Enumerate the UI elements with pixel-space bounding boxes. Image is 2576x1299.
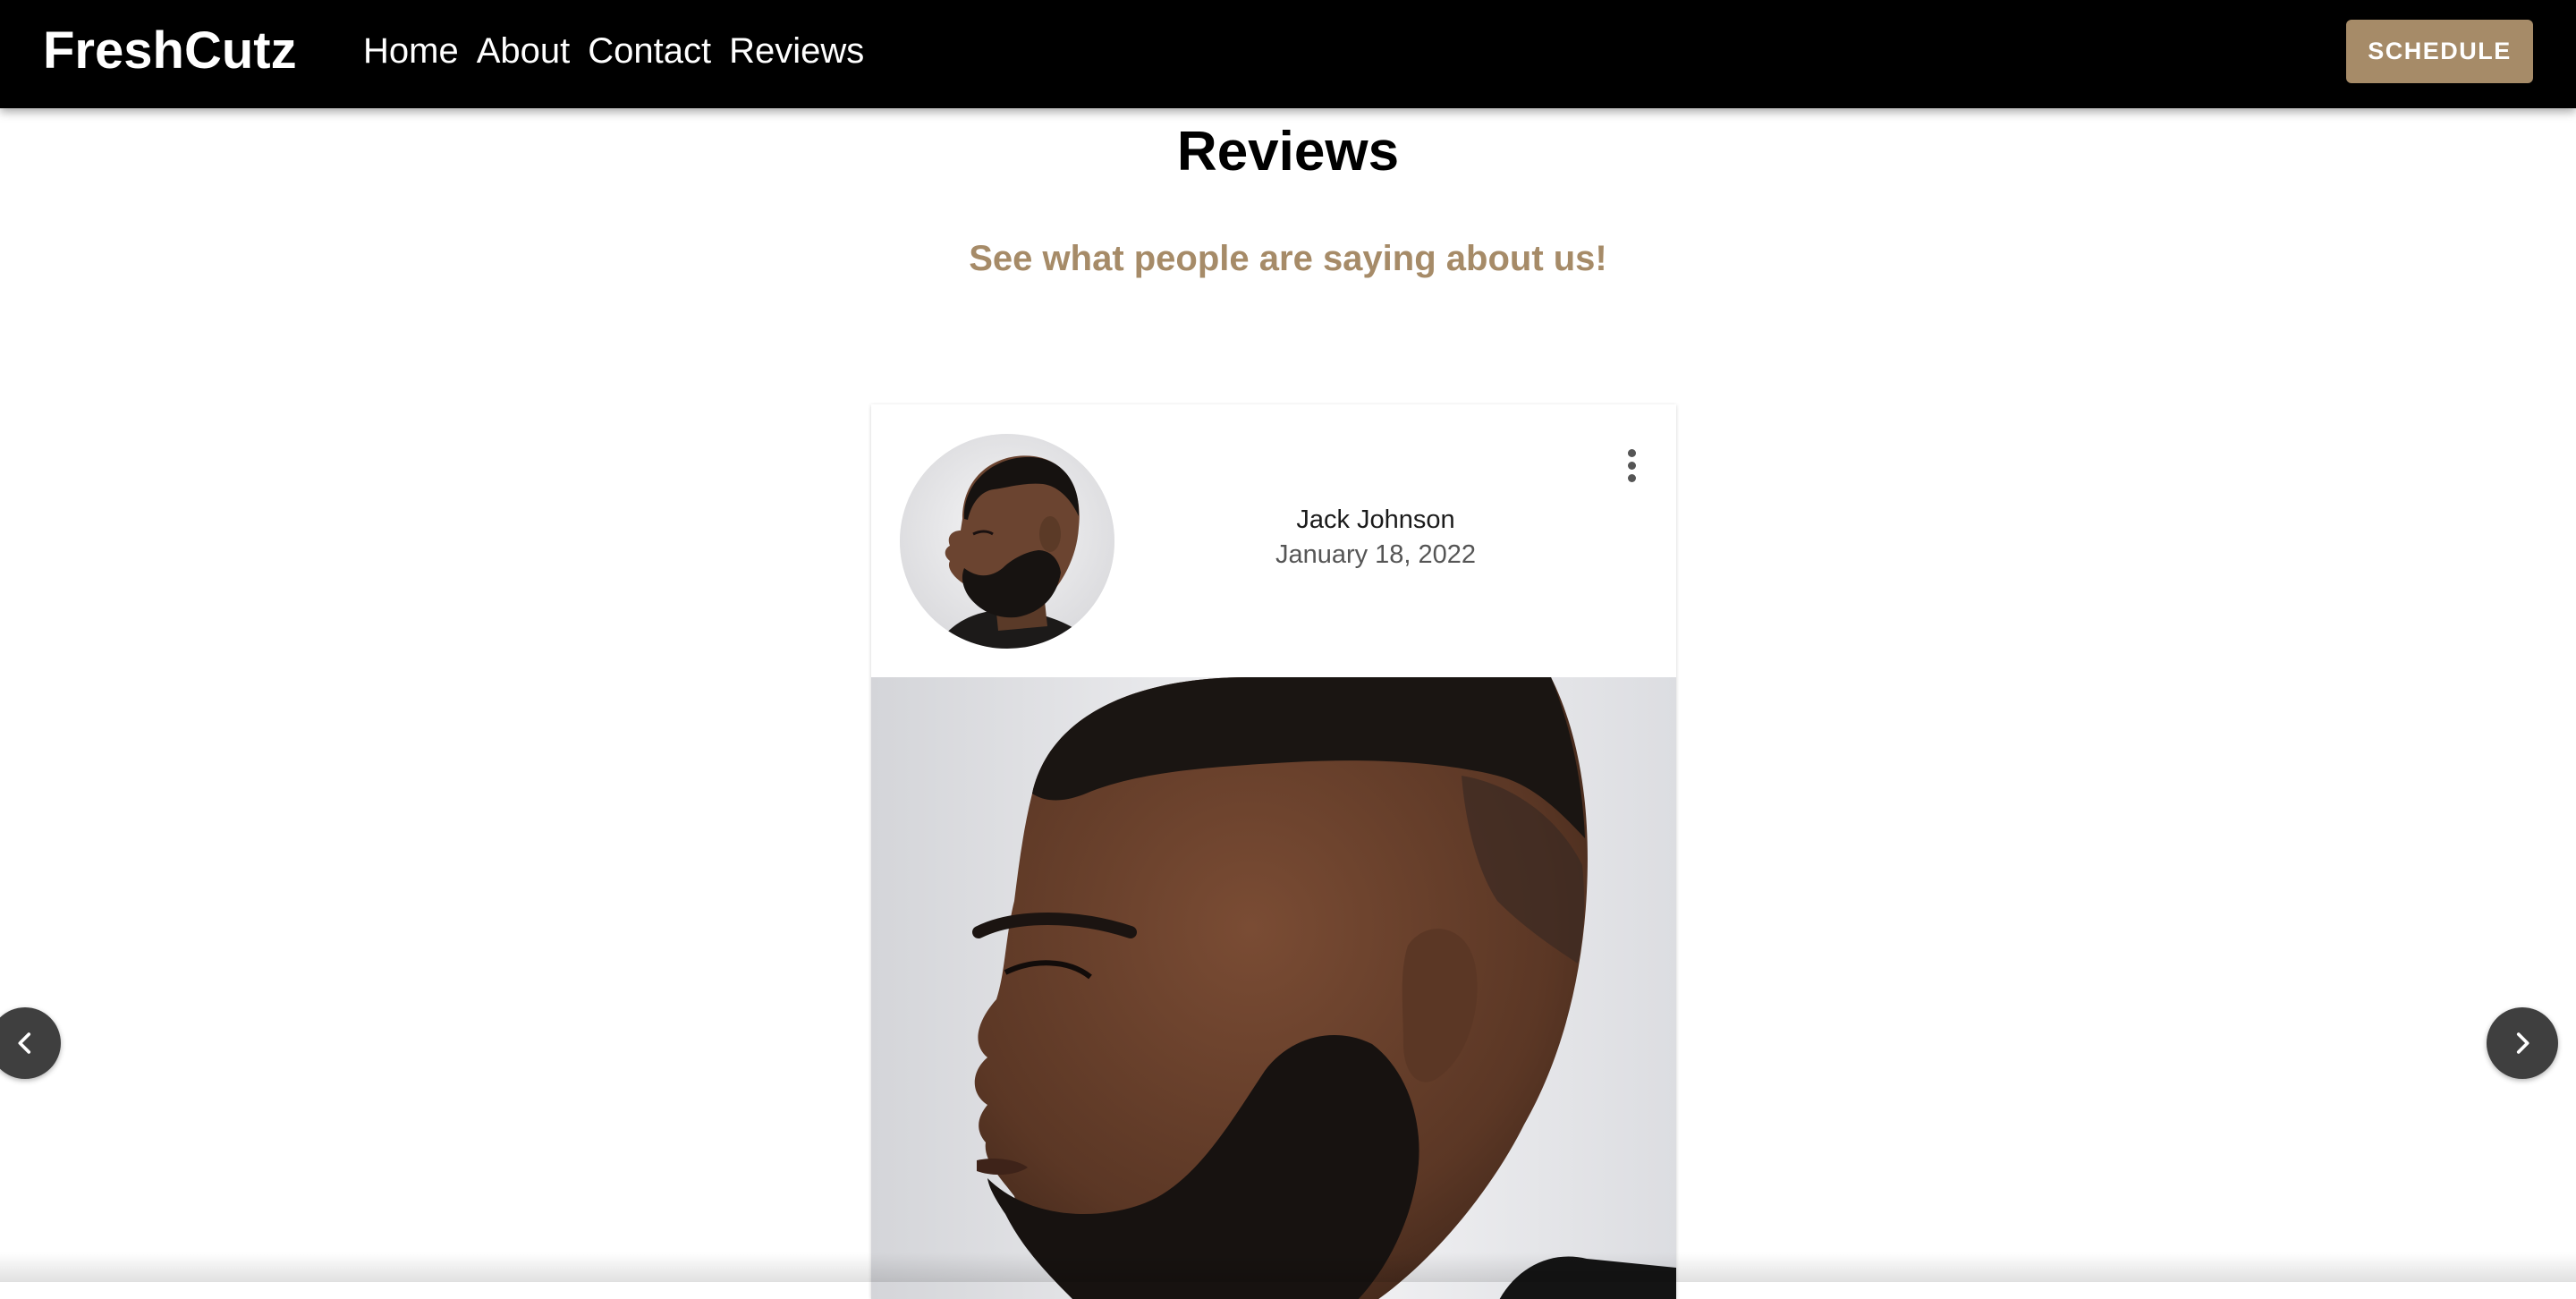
dot [1627,448,1636,457]
nav-link-reviews[interactable]: Reviews [729,27,864,75]
carousel-prev-button[interactable] [0,1007,61,1079]
nav-link-home[interactable]: Home [363,27,459,75]
page-title: Reviews [1176,121,1400,183]
chevron-left-icon [18,1032,31,1054]
schedule-button[interactable]: SCHEDULE [2346,20,2533,83]
reviewer-info: Jack Johnson January 18, 2022 [1229,503,1522,573]
review-photo [871,677,1676,1299]
main-nav: Home About Contact Reviews [363,27,864,75]
reviewer-name: Jack Johnson [1296,505,1455,534]
review-date: January 18, 2022 [1275,540,1477,569]
more-vertical-icon[interactable] [1605,438,1658,492]
chevron-right-icon [2516,1032,2529,1054]
avatar-image [900,434,1114,649]
nav-link-contact[interactable]: Contact [588,27,711,75]
page-subtitle: See what people are saying about us! [969,239,1607,278]
carousel-next-button[interactable] [2487,1007,2558,1079]
nav-link-about[interactable]: About [477,27,571,75]
dot [1627,461,1636,470]
review-card: Jack Johnson January 18, 2022 [871,404,1676,1299]
review-photo-image [871,677,1676,1299]
top-navbar: FreshCutz Home About Contact Reviews SCH… [0,0,2576,108]
avatar [900,434,1114,649]
brand-logo[interactable]: FreshCutz [43,20,297,82]
dot [1627,473,1636,482]
